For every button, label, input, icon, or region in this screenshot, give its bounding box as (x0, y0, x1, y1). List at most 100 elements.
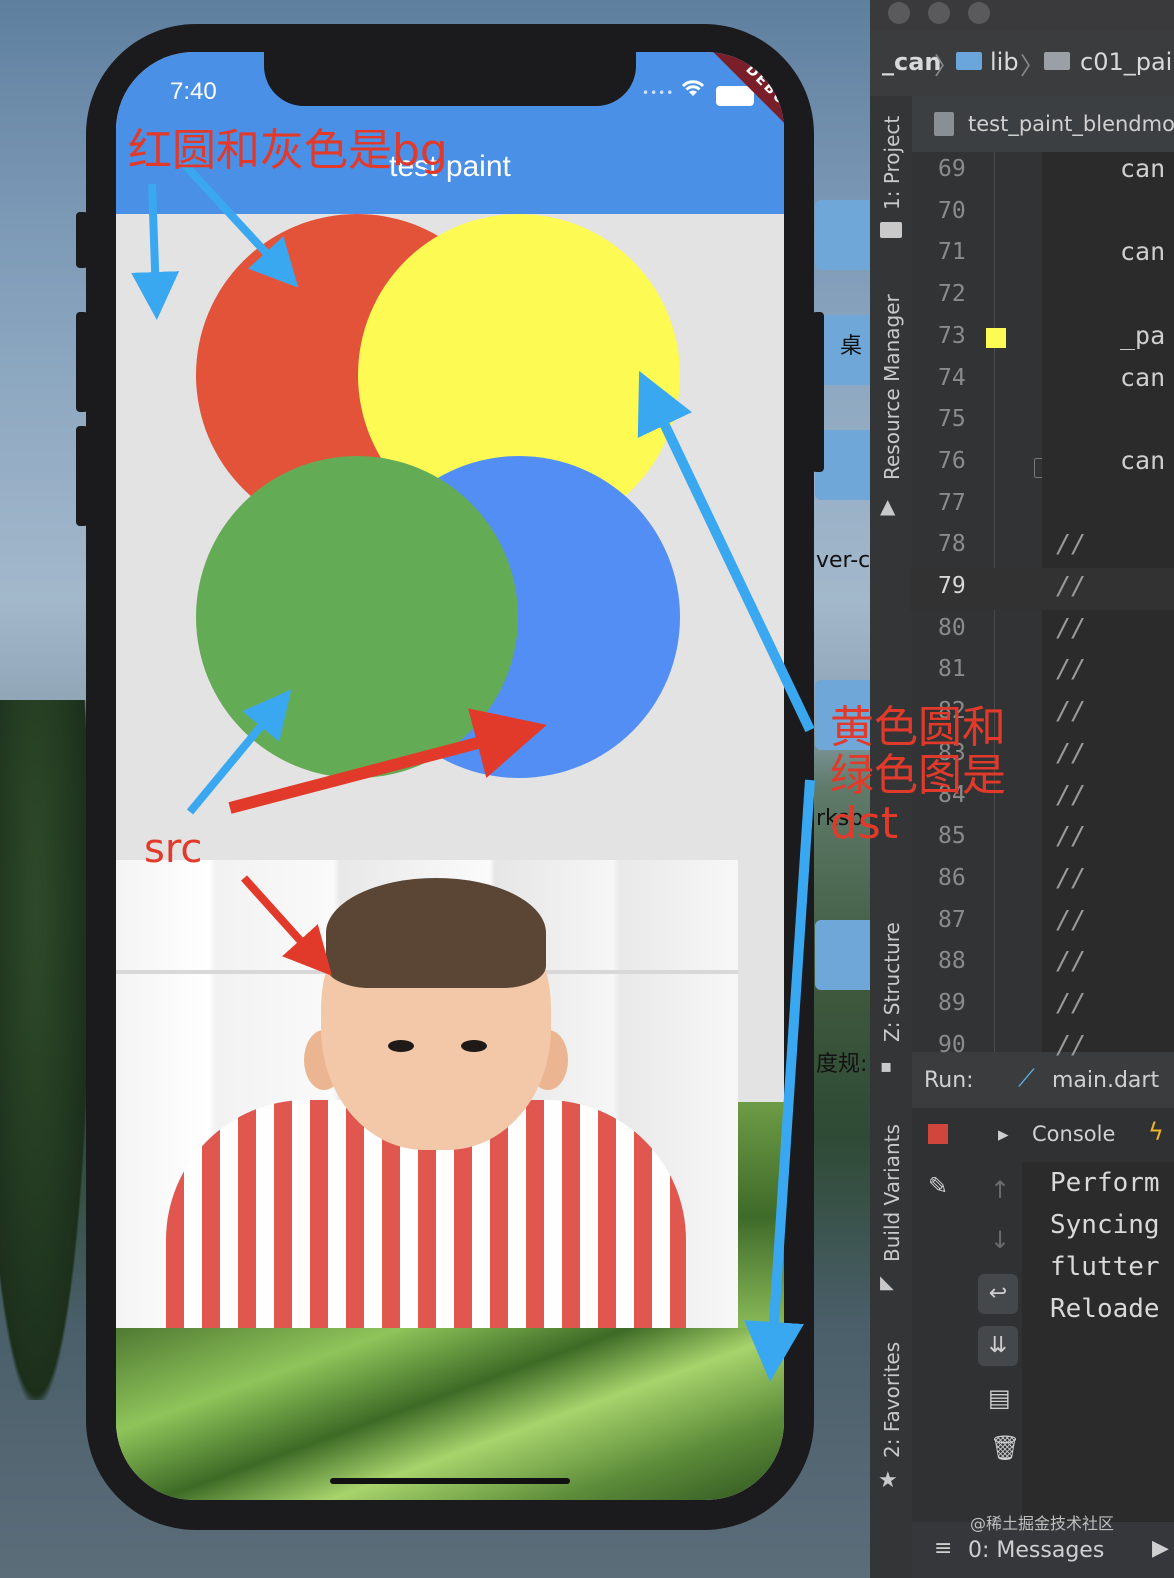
console-icon: ▸ (998, 1122, 1009, 1146)
line-number: 87 (938, 906, 966, 933)
desktop-label: ver-c (816, 548, 871, 573)
line-number: 81 (938, 656, 966, 683)
line-number: 75 (938, 406, 966, 433)
code-line: // (1056, 946, 1087, 976)
build-variants-icon: ◣ (880, 1272, 894, 1293)
line-number: 77 (938, 489, 966, 516)
eye (461, 1040, 487, 1052)
desktop-label: 度规: (816, 1052, 868, 1077)
watermark: @稀土掘金技术社区 (970, 1514, 1115, 1533)
file-tab[interactable]: test_paint_blendmo (968, 112, 1174, 136)
breadcrumb-item[interactable]: c01_pai (1080, 48, 1172, 76)
phone-notch (264, 52, 636, 106)
stop-icon[interactable] (928, 1124, 948, 1144)
desktop-folder-icon[interactable] (815, 430, 875, 500)
code-line: // (1056, 696, 1087, 726)
line-number: 72 (938, 281, 966, 308)
annotation-dst-line: dst (830, 798, 899, 849)
annotation-bg: 红圆和灰色是bg (128, 125, 448, 176)
run-side-tools: ✎ ↑ ↓ ↩ ⇊ ▤ 🗑 (912, 1162, 1022, 1522)
tab-project[interactable]: 1: Project (880, 116, 904, 210)
desktop-label: 桌 (840, 334, 863, 359)
line-number: 73 (938, 322, 966, 349)
line-number: 70 (938, 197, 966, 224)
messages-tab[interactable]: 0: Messages (968, 1538, 1104, 1563)
line-number: 71 (938, 239, 966, 266)
console-tab[interactable]: Console (1032, 1122, 1115, 1146)
ide-titlebar (870, 0, 1174, 30)
wifi-icon (680, 76, 706, 104)
code-line: // (1056, 612, 1087, 642)
code-line: // (1056, 904, 1087, 934)
project-icon (880, 222, 902, 238)
line-number: 86 (938, 864, 966, 891)
code-line: _pa (1120, 320, 1166, 350)
code-line: // (1056, 529, 1087, 559)
status-time: 7:40 (170, 78, 217, 105)
annotation-src: src (144, 826, 203, 872)
code-line: // (1056, 988, 1087, 1017)
code-line: can (1120, 237, 1166, 267)
home-indicator[interactable] (330, 1478, 570, 1484)
run-config-tab[interactable]: main.dart (1052, 1068, 1159, 1093)
line-number: 90 (938, 1031, 966, 1058)
leaf-image (116, 1328, 784, 1500)
tab-build-variants[interactable]: Build Variants (880, 1124, 904, 1262)
window-close-button[interactable] (888, 2, 910, 24)
line-number: 79 (938, 573, 966, 599)
code-line: // (1056, 1029, 1087, 1059)
line-number: 76 (938, 447, 966, 474)
folder-icon (1044, 52, 1070, 70)
arrow-down-icon[interactable]: ↓ (990, 1226, 1010, 1254)
line-number: 78 (938, 531, 966, 558)
signal-icon: •••• (642, 86, 675, 100)
arrow-up-icon[interactable]: ↑ (990, 1176, 1010, 1204)
dart-file-icon (934, 112, 954, 136)
breadcrumb-item[interactable]: _can (882, 48, 942, 76)
scroll-to-end-icon[interactable]: ⇊ (978, 1326, 1018, 1366)
run-label: Run: (924, 1068, 974, 1093)
code-line: can (1120, 445, 1166, 475)
breadcrumb: _can 〉 lib 〉 c01_pai (870, 30, 1174, 96)
eye (388, 1040, 414, 1052)
color-swatch-icon[interactable] (986, 328, 1006, 348)
messages-icon: ≡ (934, 1536, 953, 1561)
annotation-dst-line: 黄色圆和 (830, 702, 1006, 753)
code-line: // (1056, 821, 1087, 851)
pin-icon[interactable]: ✎ (928, 1172, 948, 1200)
chevron-right-icon: 〉 (1020, 52, 1044, 80)
tab-favorites[interactable]: 2: Favorites (880, 1342, 904, 1458)
line-number: 89 (938, 990, 966, 1016)
console-line: Syncing (1050, 1210, 1160, 1240)
trash-icon[interactable]: 🗑 (990, 1434, 1020, 1462)
annotation-dst-line: 绿色图是 (830, 750, 1006, 801)
child-photo (116, 860, 738, 1328)
window-zoom-button[interactable] (968, 2, 990, 24)
tab-structure[interactable]: Z: Structure (880, 922, 904, 1042)
console-output[interactable]: Perform Syncing flutter Reloade (1022, 1162, 1174, 1522)
desktop-folder-icon[interactable] (815, 200, 875, 270)
play-icon[interactable]: ▶ (1152, 1536, 1169, 1561)
code-line: can (1120, 362, 1166, 392)
chevron-right-icon: 〉 (934, 52, 958, 80)
tree-silhouette (0, 700, 90, 1400)
breadcrumb-item[interactable]: lib (990, 48, 1019, 76)
star-icon: ★ (878, 1468, 898, 1493)
code-line: // (1056, 862, 1087, 892)
green-circle (196, 456, 518, 778)
run-toolbar: Run: ⟋ main.dart (912, 1052, 1174, 1108)
flutter-icon: ⟋ (1018, 1064, 1035, 1092)
window-minimize-button[interactable] (928, 2, 950, 24)
console-line: flutter (1050, 1252, 1160, 1282)
leaf-image-edge (738, 1102, 784, 1332)
tab-resource-manager[interactable]: Resource Manager (880, 294, 904, 480)
phone-screen: 7:40 •••• DEBUG test paint (116, 52, 784, 1500)
console-line: Perform (1050, 1168, 1160, 1198)
code-line: // (1056, 779, 1087, 809)
soft-wrap-icon[interactable]: ↩ (978, 1274, 1018, 1314)
code-line: // (1056, 737, 1087, 767)
desktop-folder-icon[interactable] (815, 920, 875, 990)
print-icon[interactable]: ▤ (988, 1384, 1011, 1412)
line-number: 69 (938, 156, 966, 182)
hot-reload-icon[interactable]: ϟ (1148, 1118, 1164, 1146)
